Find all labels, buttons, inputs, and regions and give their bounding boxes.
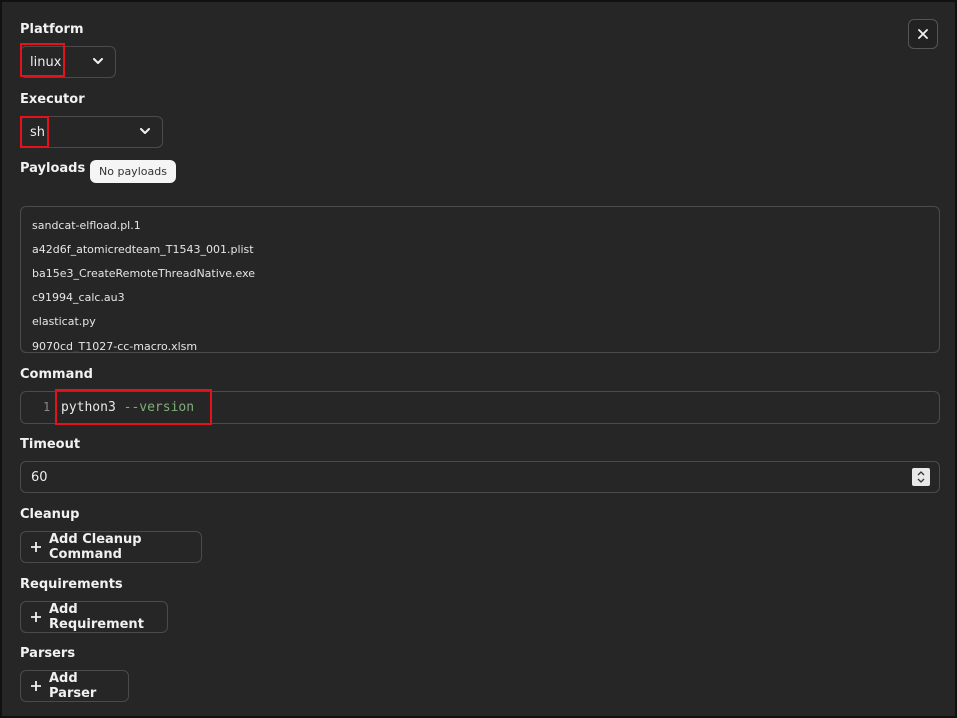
ability-editor-modal: Platform linux Executor sh Payloads No p… [0,0,957,718]
add-parser-label: Add Parser [49,671,97,701]
list-item[interactable]: c91994_calc.au3 [32,291,125,304]
executor-label: Executor [20,92,85,107]
add-parser-button[interactable]: Add Parser [20,670,129,702]
list-item[interactable]: a42d6f_atomicredteam_T1543_001.plist [32,243,254,256]
executor-select[interactable]: sh [20,116,163,148]
add-cleanup-command-button[interactable]: Add Cleanup Command [20,531,202,563]
add-cleanup-command-label: Add Cleanup Command [49,532,142,562]
requirements-label: Requirements [20,577,123,592]
platform-select[interactable]: linux [20,46,116,78]
close-icon [918,29,928,39]
command-keyword: python3 [61,400,116,415]
close-button[interactable] [908,19,938,49]
plus-icon [31,542,41,552]
command-code[interactable]: python3 --version [61,400,194,415]
command-argument: --version [123,400,195,415]
timeout-value: 60 [31,470,48,485]
list-item[interactable]: sandcat-elfload.pl.1 [32,219,141,232]
no-payloads-badge: No payloads [90,160,176,183]
plus-icon [31,612,41,622]
list-item[interactable]: elasticat.py [32,315,96,328]
cleanup-label: Cleanup [20,507,80,522]
payload-list[interactable]: sandcat-elfload.pl.1 a42d6f_atomicredtea… [20,206,940,353]
list-item[interactable]: 9070cd_T1027-cc-macro.xlsm [32,340,197,352]
parsers-label: Parsers [20,646,76,661]
chevron-down-icon [140,128,150,134]
payloads-label: Payloads [20,161,86,176]
platform-label: Platform [20,22,84,37]
plus-icon [31,681,41,691]
command-editor[interactable]: 1 python3 --version [20,391,940,424]
add-requirement-label: Add Requirement [49,602,144,632]
line-number: 1 [43,400,51,414]
executor-value: sh [30,125,46,140]
spinner-icon[interactable] [912,468,930,486]
platform-value: linux [30,55,62,70]
chevron-down-icon [93,58,103,64]
list-item[interactable]: ba15e3_CreateRemoteThreadNative.exe [32,267,255,280]
timeout-input[interactable]: 60 [20,461,940,493]
command-label: Command [20,367,93,382]
timeout-label: Timeout [20,437,81,452]
add-requirement-button[interactable]: Add Requirement [20,601,168,633]
